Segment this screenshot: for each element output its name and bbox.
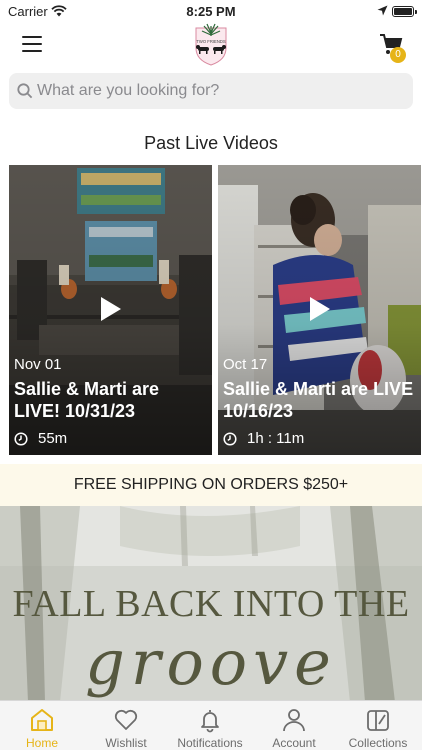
cart-count-badge: 0 — [390, 47, 406, 63]
video-duration: 1h : 11m — [223, 430, 304, 447]
logo-text: TWO FRIENDS — [196, 39, 226, 44]
video-duration-value: 1h : 11m — [247, 430, 305, 447]
app-header: TWO FRIENDS 0 — [0, 22, 422, 68]
video-card[interactable]: Oct 17 Sallie & Marti are LIVE 10/16/23 … — [218, 165, 421, 455]
tab-collections[interactable]: Collections — [336, 701, 420, 750]
heart-icon — [114, 709, 138, 730]
video-duration: 55m — [14, 430, 67, 447]
tab-wishlist[interactable]: Wishlist — [84, 701, 168, 750]
search-bar[interactable] — [9, 73, 413, 109]
bottom-tab-bar: Home Wishlist Notifications Account Coll… — [0, 700, 422, 750]
store-logo[interactable]: TWO FRIENDS — [186, 22, 236, 66]
person-icon — [283, 709, 305, 732]
past-live-videos-title: Past Live Videos — [144, 133, 278, 153]
tab-wishlist-label: Wishlist — [105, 736, 147, 750]
location-arrow-icon — [377, 5, 388, 16]
bell-icon — [201, 710, 219, 733]
video-card[interactable]: Nov 01 Sallie & Marti are LIVE! 10/31/23… — [9, 165, 212, 455]
search-icon — [17, 83, 33, 99]
video-duration-value: 55m — [38, 430, 68, 447]
free-shipping-banner[interactable]: FREE SHIPPING ON ORDERS $250+ — [0, 464, 422, 506]
home-icon — [31, 709, 53, 731]
tab-home[interactable]: Home — [0, 701, 84, 750]
video-title: Sallie & Marti are LIVE 10/16/23 — [223, 379, 414, 421]
past-live-videos-list: Nov 01 Sallie & Marti are LIVE! 10/31/23… — [9, 165, 421, 455]
hero-script-text: groove — [85, 626, 337, 699]
hero-heading: FALL BACK INTO THE — [12, 583, 410, 625]
clock-icon — [223, 431, 237, 446]
tab-account-label: Account — [272, 736, 316, 750]
video-date: Oct 17 — [223, 356, 268, 373]
hamburger-menu-icon[interactable] — [22, 36, 42, 52]
tab-notifications[interactable]: Notifications — [168, 701, 252, 750]
clock-icon — [14, 431, 28, 446]
tab-home-label: Home — [25, 736, 58, 750]
collections-icon — [367, 710, 389, 731]
play-icon[interactable] — [310, 297, 330, 321]
tab-account[interactable]: Account — [252, 701, 336, 750]
video-title: Sallie & Marti are LIVE! 10/31/23 — [14, 379, 160, 421]
play-icon[interactable] — [101, 297, 121, 321]
status-time: 8:25 PM — [186, 4, 236, 19]
status-bar: Carrier 8:25 PM — [0, 0, 422, 22]
video-date: Nov 01 — [14, 356, 62, 373]
tab-notifications-label: Notifications — [177, 736, 243, 750]
battery-icon — [392, 6, 417, 17]
tab-collections-label: Collections — [348, 736, 408, 750]
search-input[interactable] — [37, 73, 407, 109]
hero-banner[interactable]: FALL BACK INTO THE groove — [0, 506, 422, 702]
